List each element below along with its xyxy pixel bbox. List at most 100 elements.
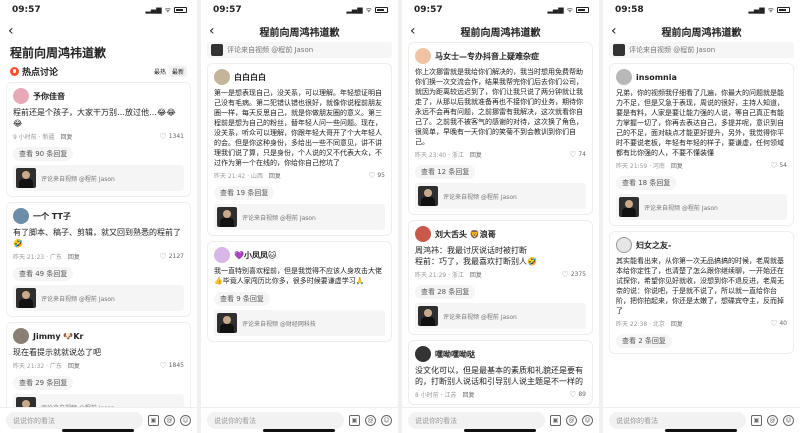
avatar[interactable] [13, 88, 29, 104]
username[interactable]: 一个 TT子 [33, 211, 71, 222]
avatar[interactable] [415, 226, 431, 242]
avatar[interactable] [616, 237, 632, 253]
image-icon[interactable]: ▣ [349, 415, 360, 426]
like-button[interactable]: ♡ 1845 [160, 361, 184, 370]
username[interactable]: Jimmy 🐶Kr [33, 332, 84, 341]
video-quote[interactable]: 评论来自视频 @程前 Jason [616, 194, 787, 220]
comment-user[interactable]: 白白白白 [214, 69, 385, 85]
back-arrow-icon[interactable]: ‹ [410, 24, 416, 38]
video-quote[interactable]: 评论来自视频 @程前 Jason [415, 303, 586, 329]
video-thumbnail [16, 168, 36, 188]
video-quote[interactable]: 评论来自视频 @程前 Jason [13, 165, 184, 191]
reply-button[interactable]: 回复 [269, 171, 281, 180]
like-button[interactable]: ♡ 1341 [160, 132, 184, 141]
view-replies-button[interactable]: 查看 12 条回复 [415, 165, 476, 179]
username[interactable]: 予你佳音 [33, 91, 65, 102]
avatar[interactable] [13, 328, 29, 344]
video-quote[interactable]: 评论来自视频 @财经网科技 [214, 310, 385, 336]
comment-card: 一个 TT子 有了脚本、稿子、剪辑，就又回到熟悉的程前了🤣 昨天 21:23 ·… [6, 202, 191, 317]
like-button[interactable]: ♡ 74 [569, 150, 586, 159]
reply-button[interactable]: 回复 [68, 252, 80, 261]
reply-button[interactable]: 回复 [470, 150, 482, 159]
emoji-icon[interactable]: ☺ [381, 415, 392, 426]
image-icon[interactable]: ▣ [751, 415, 762, 426]
video-quote[interactable]: 评论来自视频 @程前 Jason [13, 285, 184, 311]
reply-button[interactable]: 回复 [462, 390, 474, 399]
comment-user[interactable]: 刘大舌头 🦁浪哥 [415, 226, 586, 242]
username[interactable]: 嘿呦嘿呦哒 [435, 349, 475, 360]
wifi-icon: ᯤ [164, 5, 171, 14]
image-icon[interactable]: ▣ [148, 415, 159, 426]
video-thumbnail [217, 313, 237, 333]
video-quote[interactable]: 评论来自视频 @程前 Jason [207, 42, 392, 58]
avatar[interactable] [616, 69, 632, 85]
video-thumbnail [418, 186, 438, 206]
view-replies-button[interactable]: 查看 28 条回复 [415, 285, 476, 299]
view-replies-button[interactable]: 查看 9 条回复 [214, 292, 270, 306]
username[interactable]: 马女士—专办抖音上疑难杂症 [435, 51, 539, 62]
comment-user[interactable]: 马女士—专办抖音上疑难杂症 [415, 48, 586, 64]
nav-title: 程前向周鸿祎道歉 [259, 27, 340, 39]
video-quote[interactable]: 评论来自视频 @程前 Jason [415, 183, 586, 209]
comment-input[interactable]: 说说你的看法 [207, 412, 344, 429]
avatar[interactable] [13, 208, 29, 224]
reply-button[interactable]: 回复 [470, 270, 482, 279]
video-quote[interactable]: 评论来自视频 @程前 Jason [609, 42, 794, 58]
comment-user[interactable]: 一个 TT子 [13, 208, 184, 224]
view-replies-button[interactable]: 查看 49 条回复 [13, 267, 74, 281]
avatar[interactable] [214, 69, 230, 85]
username[interactable]: 白白白白 [234, 72, 266, 83]
phone-screen-3: 09:57 ▂▄▆ ᯤ ‹ 程前向周鸿祎道歉 马女士—专办抖音上疑难杂症 你上次挪… [402, 0, 599, 433]
at-icon[interactable]: @ [164, 415, 175, 426]
at-icon[interactable]: @ [365, 415, 376, 426]
like-button[interactable]: ♡ 40 [770, 319, 787, 328]
view-replies-button[interactable]: 查看 29 条回复 [13, 376, 74, 390]
comment-input[interactable]: 说说你的看法 [6, 412, 143, 429]
at-icon[interactable]: @ [767, 415, 778, 426]
like-button[interactable]: ♡ 54 [770, 161, 787, 170]
username[interactable]: insomnia [636, 73, 677, 82]
like-button[interactable]: ♡ 2127 [160, 252, 184, 261]
heart-icon: ♡ [368, 171, 376, 180]
avatar[interactable] [415, 346, 431, 362]
view-replies-button[interactable]: 查看 18 条回复 [616, 176, 677, 190]
reply-button[interactable]: 回复 [68, 361, 80, 370]
reply-button[interactable]: 回复 [671, 319, 683, 328]
sort-new-button[interactable]: 最新 [169, 66, 187, 77]
back-arrow-icon[interactable]: ‹ [611, 24, 617, 38]
comment-user[interactable]: 妇女之友- [616, 237, 787, 253]
comment-input[interactable]: 说说你的看法 [609, 412, 746, 429]
image-icon[interactable]: ▣ [550, 415, 561, 426]
emoji-icon[interactable]: ☺ [582, 415, 593, 426]
comment-user[interactable]: 予你佳音 [13, 88, 184, 104]
like-button[interactable]: ♡ 89 [569, 390, 586, 399]
comment-user[interactable]: 嘿呦嘿呦哒 [415, 346, 586, 362]
emoji-icon[interactable]: ☺ [180, 415, 191, 426]
back-arrow-icon[interactable]: ‹ [209, 24, 215, 38]
avatar[interactable] [214, 247, 230, 263]
view-replies-button[interactable]: 查看 2 条回复 [616, 334, 672, 348]
comment-user[interactable]: Jimmy 🐶Kr [13, 328, 184, 344]
view-replies-button[interactable]: 查看 19 条回复 [214, 186, 275, 200]
status-icons: ▂▄▆ ᯤ [145, 6, 187, 15]
reply-button[interactable]: 回复 [671, 161, 683, 170]
comment-input[interactable]: 说说你的看法 [408, 412, 545, 429]
emoji-icon[interactable]: ☺ [783, 415, 794, 426]
page-title: 程前向周鸿祎道歉 [10, 46, 107, 60]
like-button[interactable]: ♡ 2375 [562, 270, 586, 279]
avatar[interactable] [415, 48, 431, 64]
view-replies-button[interactable]: 查看 90 条回复 [13, 147, 74, 161]
sort-hot-button[interactable]: 最热 [150, 66, 169, 77]
username[interactable]: 💜小凤凤🐱 [234, 250, 276, 261]
username[interactable]: 刘大舌头 🦁浪哥 [435, 229, 496, 240]
quote-text: 评论来自视频 @程前 Jason [629, 46, 716, 54]
video-quote[interactable]: 评论来自视频 @程前 Jason [214, 204, 385, 230]
comment-user[interactable]: 💜小凤凤🐱 [214, 247, 385, 263]
like-button[interactable]: ♡ 95 [368, 171, 385, 180]
reply-button[interactable]: 回复 [60, 132, 72, 141]
comment-user[interactable]: insomnia [616, 69, 787, 85]
back-arrow-icon[interactable]: ‹ [8, 24, 14, 38]
at-icon[interactable]: @ [566, 415, 577, 426]
battery-icon [375, 7, 388, 13]
username[interactable]: 妇女之友- [636, 240, 671, 251]
